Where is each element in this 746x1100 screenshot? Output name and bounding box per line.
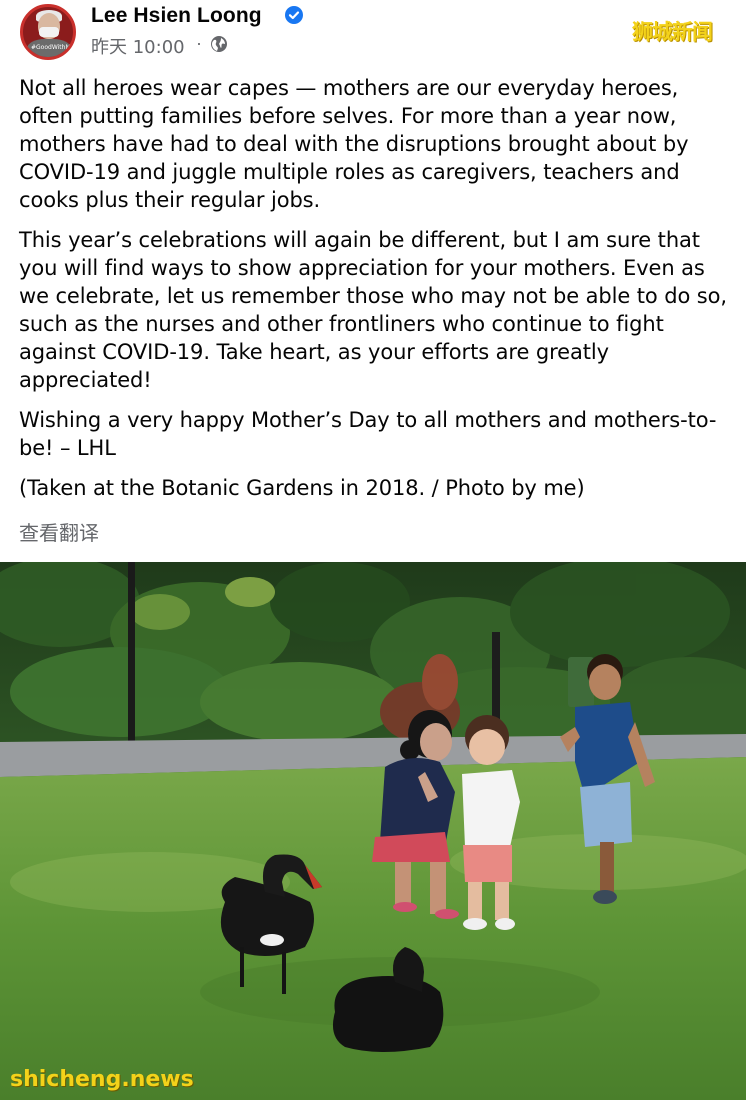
post-body: Not all heroes wear capes — mothers are …	[19, 74, 729, 514]
post-photo[interactable]	[0, 562, 746, 1100]
post-paragraph-4: (Taken at the Botanic Gardens in 2018. /…	[19, 476, 585, 500]
post-timestamp[interactable]: 昨天 10:00	[91, 33, 185, 59]
author-avatar[interactable]: #GoodWithMySelf	[20, 4, 76, 60]
watermark-bottom: shicheng.news	[10, 1067, 194, 1092]
avatar-mask	[39, 27, 59, 37]
see-translation-link[interactable]: 查看翻译	[19, 517, 99, 546]
post-paragraph-2: This year’s celebrations will again be d…	[19, 228, 727, 392]
post-paragraph-3: Wishing a very happy Mother’s Day to all…	[19, 408, 717, 460]
lamp-post-left	[128, 562, 135, 742]
post-paragraph-1: Not all heroes wear capes — mothers are …	[19, 76, 689, 212]
author-name[interactable]: Lee Hsien Loong	[91, 4, 262, 28]
timestamp-separator: ·	[196, 33, 202, 53]
photo-scene	[0, 562, 746, 1100]
globe-icon[interactable]	[210, 35, 228, 53]
verified-badge-icon	[285, 6, 303, 24]
post-header: #GoodWithMySelf Lee Hsien Loong 昨天 10:00…	[0, 0, 746, 66]
avatar-caption: #GoodWithMySelf	[31, 44, 75, 51]
foliage-leaves	[0, 562, 746, 747]
watermark-top: 狮城新闻	[632, 20, 713, 44]
